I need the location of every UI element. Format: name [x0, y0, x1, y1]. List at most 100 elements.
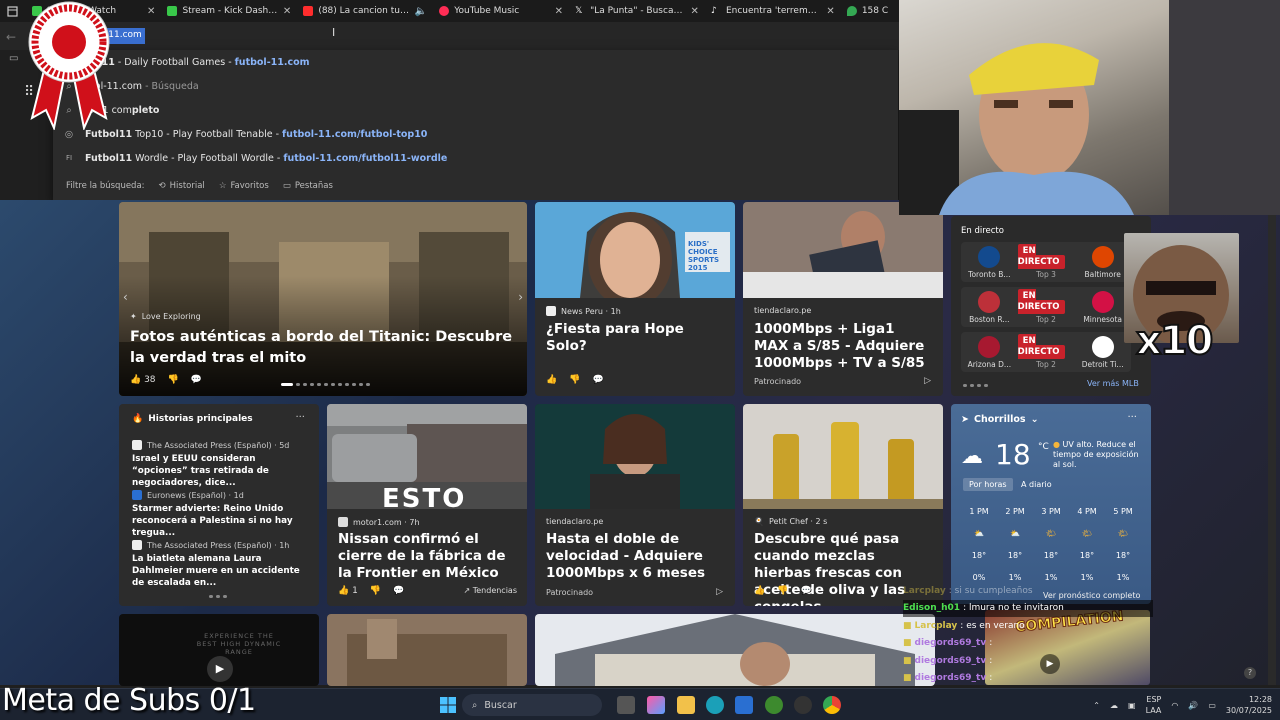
news-card-hope-solo[interactable]: KIDS' CHOICE SPORTS 2015 News Peru · 1h … — [535, 202, 735, 396]
hour-label: 4 PM — [1077, 507, 1097, 516]
hero-title[interactable]: Fotos auténticas a bordo del Titanic: De… — [130, 327, 517, 369]
weather-temp: 18 — [995, 438, 1031, 471]
battery-icon[interactable]: ▭ — [1208, 701, 1216, 710]
tab-3[interactable]: YouTube Music ✕ — [433, 0, 569, 22]
carousel-prev-icon[interactable]: ‹ — [123, 290, 128, 304]
store-icon[interactable] — [735, 696, 753, 714]
suggestion-0[interactable]: ● bol11 - Daily Football Games - futbol-… — [63, 52, 883, 72]
stories-dots — [209, 595, 227, 598]
more-options-icon[interactable]: ··· — [1127, 412, 1137, 423]
like-button[interactable]: 👍 38 — [130, 375, 156, 385]
xbox-icon[interactable] — [765, 696, 783, 714]
chevron-up-icon[interactable]: ⌃ — [1093, 701, 1100, 710]
dislike-icon[interactable]: 👎 — [168, 375, 179, 385]
scrollbar[interactable] — [1268, 215, 1276, 685]
comment-icon[interactable]: 💬 — [191, 375, 202, 385]
news-card-olive-oil[interactable]: 🍳 Petit Chef · 2 s Descubre qué pasa cuan… — [743, 404, 943, 606]
help-icon[interactable]: ? — [1244, 667, 1256, 679]
chat-badge-icon: ■ — [903, 620, 912, 631]
carousel-next-icon[interactable]: › — [518, 290, 523, 304]
cloud-icon[interactable]: ☁ — [1110, 701, 1118, 710]
comment-icon[interactable]: 💬 — [393, 586, 404, 596]
hero-card[interactable]: ‹ › ✦ Love Exploring Fotos auténticas a b… — [119, 202, 527, 396]
tab-6[interactable]: 158 C — [841, 0, 900, 22]
tab-2[interactable]: (88) La cancion tu la que 🔈 — [297, 0, 433, 22]
story-title: La biatleta alemana Laura Dahlmeier muer… — [132, 554, 300, 588]
tab-5[interactable]: ♪ Encuentra 'terremoto 8.8' e ✕ — [705, 0, 841, 22]
ad-card-claro-1[interactable]: tiendaclaro.pe 1000Mbps + Liga1 MAX a S/… — [743, 202, 943, 396]
like-icon[interactable]: 👍 — [546, 375, 557, 385]
more-mlb-link[interactable]: Ver más MLB — [1087, 379, 1139, 388]
story-0[interactable]: The Associated Press (Español) · 5d Isra… — [132, 440, 310, 489]
video-card[interactable]: EXPERIENCE THE BEST HIGH DYNAMIC RANGE ▶ — [119, 614, 319, 686]
close-icon[interactable]: ✕ — [555, 6, 563, 17]
hour-label: 1 PM — [969, 507, 989, 516]
filter-favorites-button[interactable]: ☆ Favoritos — [219, 181, 269, 191]
sidebar-toggle-icon[interactable]: ▭ — [9, 53, 18, 64]
suggestion-2[interactable]: ⌕ ol 11 completo — [63, 100, 883, 120]
ad-play-icon[interactable]: ▷ — [716, 587, 723, 597]
task-view-icon[interactable] — [617, 696, 635, 714]
source-logo-icon — [546, 306, 556, 316]
weather-location[interactable]: ➤ Chorrillos ⌄ — [961, 414, 1039, 425]
card-source-label: Petit Chef · 2 s — [768, 517, 828, 526]
audio-icon[interactable]: 🔈 — [415, 6, 427, 17]
windows-start-icon[interactable] — [440, 697, 456, 713]
lock-icon[interactable]: ▣ — [1128, 701, 1136, 710]
wifi-icon[interactable]: ◠ — [1171, 701, 1178, 710]
image-card-ruins[interactable] — [327, 614, 527, 686]
suggestion-4[interactable]: FI Futbol11 Wordle - Play Football Wordl… — [63, 148, 883, 168]
chrome-icon[interactable] — [823, 696, 841, 714]
window-menu-icon[interactable] — [0, 0, 26, 22]
volume-icon[interactable]: 🔊 — [1188, 701, 1198, 710]
comment-icon[interactable]: 💬 — [592, 375, 603, 385]
card-title[interactable]: Hasta el doble de velocidad - Adquiere 1… — [546, 531, 725, 582]
suggestion-1[interactable]: ⌕ tbol-11.com - Búsqueda — [63, 76, 883, 96]
story-2[interactable]: The Associated Press (Español) · 1h La b… — [132, 540, 310, 589]
live-game-1[interactable]: Boston R... EN DIRECTO Top 2 Minnesota — [961, 287, 1131, 327]
story-1[interactable]: Euronews (Español) · 1d Starmer advierte… — [132, 490, 310, 539]
filter-history-button[interactable]: ⟲ Historial — [159, 181, 205, 191]
tab-hourly[interactable]: Por horas — [963, 478, 1013, 491]
close-icon[interactable]: ✕ — [691, 6, 699, 17]
dislike-icon[interactable]: 👎 — [370, 586, 381, 596]
ad-card-claro-2[interactable]: tiendaclaro.pe Hasta el doble de velocid… — [535, 404, 735, 606]
like-icon[interactable]: 👍 — [754, 586, 765, 596]
copilot-icon[interactable] — [647, 696, 665, 714]
dislike-icon[interactable]: 👎 — [777, 586, 788, 596]
tab-daily[interactable]: A diario — [1021, 480, 1052, 489]
obs-icon[interactable] — [794, 696, 812, 714]
like-count: 1 — [352, 586, 358, 596]
hero-source-label: Love Exploring — [141, 312, 201, 321]
hour-label: 3 PM — [1041, 507, 1061, 516]
back-arrow-icon[interactable]: ← — [6, 30, 16, 44]
card-title[interactable]: ¿Fiesta para Hope Solo? — [546, 321, 725, 355]
close-icon[interactable]: ✕ — [283, 6, 291, 17]
play-button-icon[interactable]: ▶ — [207, 656, 233, 682]
tab-title: Stream - Kick Dashboard — [182, 6, 277, 16]
ad-play-icon[interactable]: ▷ — [924, 376, 931, 386]
filter-tabs-button[interactable]: ▭ Pestañas — [283, 181, 333, 191]
live-game-0[interactable]: Toronto B... EN DIRECTO Top 3 Baltimore — [961, 242, 1131, 282]
news-card-nissan[interactable]: ESTO motor1.com · 7h Nissan confirmó el … — [327, 404, 527, 606]
live-game-2[interactable]: Arizona D... EN DIRECTO Top 2 Detroit Ti.… — [961, 332, 1131, 372]
card-title[interactable]: Nissan confirmó el cierre de la fábrica … — [338, 531, 517, 582]
suggestion-3[interactable]: ◎ Futbol11 Top10 - Play Football Tenable… — [63, 124, 883, 144]
card-title[interactable]: 1000Mbps + Liga1 MAX a S/85 - Adquiere 1… — [754, 321, 933, 372]
tab-1[interactable]: Stream - Kick Dashboard ✕ — [161, 0, 297, 22]
image-card-house[interactable] — [535, 614, 935, 686]
weather-widget[interactable]: ➤ Chorrillos ⌄ ··· ☁ 18 °C ● UV alto. Redu… — [951, 404, 1151, 604]
language-indicator[interactable]: ESP LAA — [1146, 694, 1162, 716]
comment-icon[interactable]: 💬 — [800, 586, 811, 596]
taskbar-search[interactable]: ⌕ Buscar — [462, 694, 602, 716]
close-icon[interactable]: ✕ — [147, 6, 155, 17]
game-status: EN DIRECTO Top 2 — [1017, 334, 1075, 369]
edge-icon[interactable] — [706, 696, 724, 714]
more-options-icon[interactable]: ··· — [295, 412, 305, 423]
tab-4[interactable]: 𝕏 "La Punta" - Buscar / X ✕ — [569, 0, 705, 22]
like-button[interactable]: 👍 1 — [338, 586, 358, 596]
dislike-icon[interactable]: 👎 — [569, 375, 580, 385]
file-explorer-icon[interactable] — [677, 696, 695, 714]
taskbar-clock[interactable]: 12:28 30/07/2025 — [1226, 694, 1272, 716]
close-icon[interactable]: ✕ — [826, 6, 834, 17]
